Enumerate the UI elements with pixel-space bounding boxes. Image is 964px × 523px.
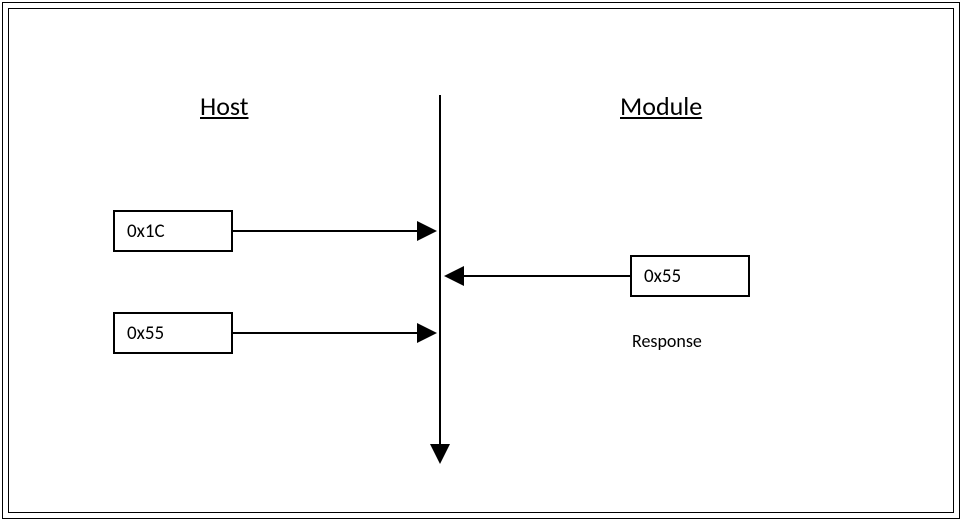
module-msg1-box: 0x55 <box>630 255 750 297</box>
host-msg1-box: 0x1C <box>113 210 233 252</box>
module-msg1-text: 0x55 <box>644 265 681 288</box>
inner-frame <box>8 8 954 513</box>
module-label: Module <box>620 90 702 122</box>
host-msg1-text: 0x1C <box>127 220 165 243</box>
host-msg2-box: 0x55 <box>113 312 233 354</box>
host-msg2-text: 0x55 <box>127 322 164 345</box>
host-label: Host <box>200 90 249 122</box>
response-label: Response <box>632 330 702 352</box>
